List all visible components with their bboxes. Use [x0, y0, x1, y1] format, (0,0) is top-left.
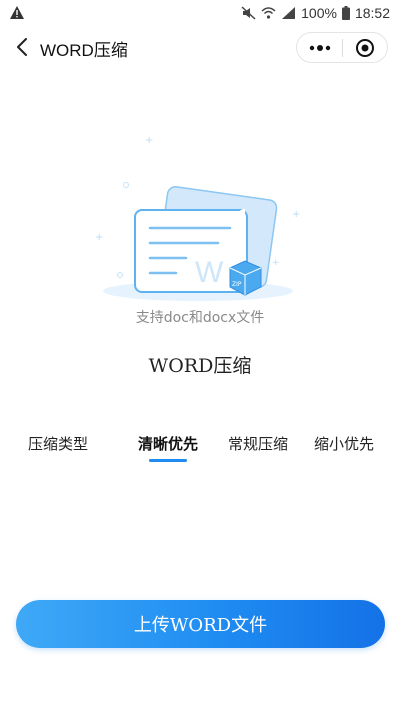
- wifi-icon: [261, 6, 276, 19]
- back-button[interactable]: [10, 35, 34, 59]
- sparkle-dot: [117, 272, 123, 278]
- upload-word-button[interactable]: 上传WORD文件: [16, 600, 385, 648]
- sparkle-icon: +: [145, 135, 153, 146]
- tab-clarity-first[interactable]: 清晰优先: [138, 433, 198, 454]
- close-button[interactable]: [343, 33, 387, 62]
- more-button[interactable]: [297, 33, 342, 62]
- sparkle-icon: +: [292, 209, 300, 220]
- signal-icon: [282, 6, 296, 19]
- mute-icon: [241, 5, 256, 20]
- more-dots-icon: [309, 44, 330, 51]
- sparkle-dot: [123, 182, 129, 188]
- clock: 18:52: [354, 4, 390, 21]
- compression-type-label: 压缩类型: [28, 435, 89, 453]
- warning-icon: [10, 6, 24, 19]
- page-title: WORD压缩: [148, 355, 252, 377]
- battery-icon: [341, 5, 350, 20]
- nav-title: WORD压缩: [40, 41, 128, 60]
- tab-size-first[interactable]: 缩小优先: [314, 433, 374, 454]
- chevron-left-icon: [17, 38, 27, 56]
- status-bar: 100% 18:52: [0, 0, 400, 25]
- nav-bar: WORD压缩: [0, 25, 400, 70]
- battery-percent: 100%: [301, 4, 337, 21]
- target-close-icon: [355, 38, 374, 57]
- upload-button-label: 上传WORD文件: [133, 615, 268, 636]
- mini-program-capsule: [296, 32, 388, 63]
- sparkle-icon: +: [95, 232, 103, 243]
- svg-text:ZIP: ZIP: [232, 281, 242, 288]
- word-letter: W: [195, 256, 224, 289]
- sparkle-icon: +: [272, 258, 280, 268]
- active-tab-indicator: [149, 459, 187, 462]
- compression-type-row: 压缩类型 清晰优先 常规压缩 缩小优先: [0, 433, 400, 463]
- document-illustration: + + + + W ZIP: [95, 135, 300, 301]
- supported-formats-hint: 支持doc和docx文件: [135, 310, 265, 326]
- tab-normal-compression[interactable]: 常规压缩: [228, 433, 288, 454]
